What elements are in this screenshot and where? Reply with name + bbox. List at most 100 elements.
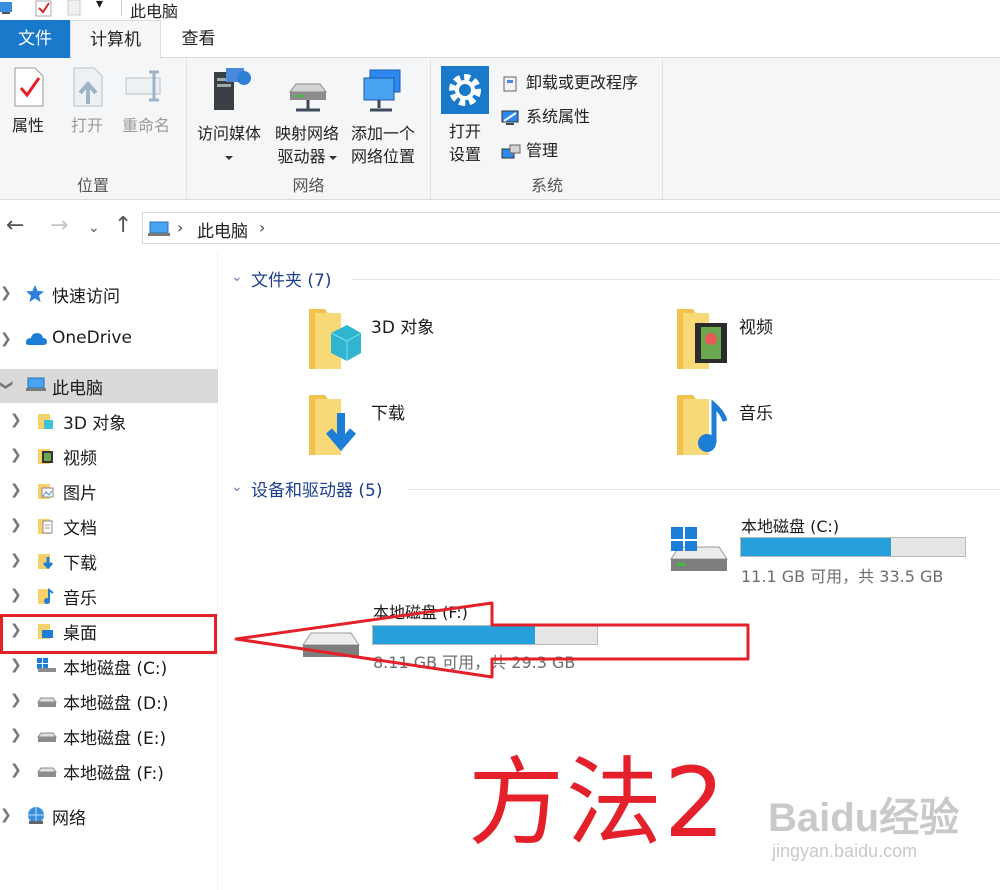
folder-tile-downloads[interactable]: 下载	[305, 391, 605, 471]
rename-button[interactable]: 重命名	[118, 66, 174, 137]
map-network-drive-button[interactable]: 映射网络 驱动器	[271, 66, 343, 168]
expand-chevron-icon[interactable]: ❯	[10, 727, 22, 743]
nav-label: 本地磁盘 (E:)	[63, 729, 167, 749]
forward-arrow-icon[interactable]: →	[50, 215, 68, 237]
network-location-icon	[363, 69, 401, 112]
this-pc-icon	[148, 221, 170, 236]
breadcrumb-chevron-icon[interactable]: ›	[177, 218, 183, 237]
drive-space-info: 11.1 GB 可用，共 33.5 GB	[741, 567, 944, 586]
network-drive-icon	[289, 83, 327, 112]
watermark-brand: Baidu经验	[768, 796, 960, 840]
collapse-chevron-icon[interactable]: ❯	[0, 379, 14, 391]
window-title: 此电脑	[130, 2, 179, 21]
manage-button[interactable]: 管理	[500, 138, 558, 164]
tab-view[interactable]: 查看	[161, 20, 236, 58]
folder-tile-3d-objects[interactable]: 3D 对象	[305, 305, 605, 385]
videos-folder-icon	[38, 449, 53, 464]
folder-tile-videos[interactable]: 视频	[673, 305, 973, 385]
drives-section-title: 设备和驱动器 (5)	[251, 481, 383, 501]
annotation-arrow	[234, 601, 750, 679]
expand-chevron-icon[interactable]: ❯	[10, 762, 22, 778]
nav-label: 此电脑	[52, 379, 103, 399]
expand-chevron-icon[interactable]: ❯	[0, 807, 12, 823]
back-arrow-icon[interactable]: ←	[6, 215, 24, 237]
section-divider	[409, 489, 999, 490]
nav-item-downloads[interactable]: ❯ 下载	[0, 544, 218, 578]
nav-label: 视频	[63, 449, 97, 469]
uninstall-program-button[interactable]: 卸载或更改程序	[500, 70, 638, 96]
expand-chevron-icon[interactable]: ❯	[0, 285, 12, 301]
nav-item-3d-objects[interactable]: ❯ 3D 对象	[0, 404, 218, 438]
expand-chevron-icon[interactable]: ❯	[10, 587, 22, 603]
quick-access-dropdown-icon[interactable]: ▾	[96, 0, 103, 12]
map-drive-label-2: 驱动器	[277, 147, 326, 166]
access-media-button[interactable]: 访问媒体	[193, 66, 265, 168]
annotation-text: 方法2	[468, 747, 728, 859]
open-settings-button[interactable]: 打开 设置	[439, 66, 491, 166]
nav-item-drive-c[interactable]: ❯ 本地磁盘 (C:)	[0, 649, 218, 683]
tab-file[interactable]: 文件	[0, 20, 70, 58]
navigation-pane: ❯ 快速访问 ❯ OneDrive ❯ 此电脑 ❯ 3D 对象 ❯ 视频 ❯ 图…	[0, 253, 218, 890]
tab-computer[interactable]: 计算机	[70, 20, 161, 59]
properties-icon	[14, 67, 44, 107]
expand-chevron-icon[interactable]: ❯	[10, 482, 22, 498]
group-label-location: 位置	[76, 176, 109, 195]
nav-item-drive-d[interactable]: ❯ 本地磁盘 (D:)	[0, 684, 218, 718]
nav-label: 网络	[52, 809, 86, 829]
add-location-label-2: 网络位置	[350, 147, 415, 166]
expand-chevron-icon[interactable]: ❯	[0, 331, 12, 347]
nav-item-drive-e[interactable]: ❯ 本地磁盘 (E:)	[0, 719, 218, 753]
drives-section-header[interactable]: ⌄ 设备和驱动器 (5)	[229, 475, 999, 505]
expand-chevron-icon[interactable]: ❯	[10, 657, 22, 673]
expand-chevron-icon[interactable]: ❯	[10, 692, 22, 708]
music-folder-icon	[38, 588, 54, 604]
folders-section-header[interactable]: ⌄ 文件夹 (7)	[229, 265, 999, 295]
nav-item-network[interactable]: ❯ 网络	[0, 799, 218, 833]
nav-label: 本地磁盘 (D:)	[63, 694, 169, 714]
up-arrow-icon[interactable]: ↑	[114, 215, 132, 237]
expand-chevron-icon[interactable]: ❯	[10, 412, 22, 428]
recent-locations-chevron-icon[interactable]: ⌄	[88, 217, 100, 239]
open-button[interactable]: 打开	[66, 66, 108, 137]
drive-usage-bar	[740, 537, 966, 557]
collapse-chevron-icon[interactable]: ⌄	[231, 479, 243, 495]
add-network-location-button[interactable]: 添加一个 网络位置	[347, 66, 419, 168]
breadcrumb-this-pc[interactable]: 此电脑	[197, 217, 248, 242]
system-properties-button[interactable]: 系统属性	[500, 104, 590, 130]
ribbon-group-location: 属性 打开 重命名 位置	[0, 58, 187, 200]
properties-quick-icon[interactable]	[35, 0, 53, 18]
drive-name: 本地磁盘 (C:)	[741, 517, 840, 536]
nav-item-videos[interactable]: ❯ 视频	[0, 439, 218, 473]
folder-label: 音乐	[739, 404, 773, 424]
nav-item-this-pc[interactable]: ❯ 此电脑	[0, 369, 218, 403]
nav-item-pictures[interactable]: ❯ 图片	[0, 474, 218, 508]
breadcrumb-chevron-icon[interactable]: ›	[259, 218, 265, 237]
folder-label: 3D 对象	[371, 318, 435, 338]
access-media-dropdown-icon	[225, 155, 233, 160]
nav-item-music[interactable]: ❯ 音乐	[0, 579, 218, 613]
windows-drive-icon	[37, 658, 56, 672]
nav-item-quick-access[interactable]: ❯ 快速访问	[0, 277, 218, 311]
nav-item-onedrive[interactable]: ❯ OneDrive	[0, 323, 218, 357]
documents-folder-icon	[38, 519, 53, 534]
expand-chevron-icon[interactable]: ❯	[10, 552, 22, 568]
folder-tile-music[interactable]: 音乐	[673, 391, 973, 471]
expand-chevron-icon[interactable]: ❯	[10, 517, 22, 533]
nav-item-drive-f[interactable]: ❯ 本地磁盘 (F:)	[0, 754, 218, 788]
hard-drive-icon	[37, 767, 57, 777]
watermark-url: jingyan.baidu.com	[772, 841, 918, 861]
this-pc-icon	[26, 377, 46, 391]
nav-label: 3D 对象	[63, 414, 127, 434]
properties-button[interactable]: 属性	[6, 66, 50, 137]
folder-label: 视频	[739, 318, 773, 338]
collapse-chevron-icon[interactable]: ⌄	[231, 269, 243, 285]
address-bar[interactable]: › 此电脑 ›	[142, 212, 1000, 244]
nav-item-documents[interactable]: ❯ 文档	[0, 509, 218, 543]
new-folder-quick-icon[interactable]	[67, 0, 81, 16]
drive-tile-c[interactable]: 本地磁盘 (C:) 11.1 GB 可用，共 33.5 GB	[667, 511, 997, 591]
expand-chevron-icon[interactable]: ❯	[10, 447, 22, 463]
folders-section-title: 文件夹 (7)	[251, 271, 332, 291]
open-settings-label-1: 打开	[448, 122, 481, 141]
nav-label: 文档	[63, 519, 97, 539]
open-label: 打开	[70, 116, 103, 135]
